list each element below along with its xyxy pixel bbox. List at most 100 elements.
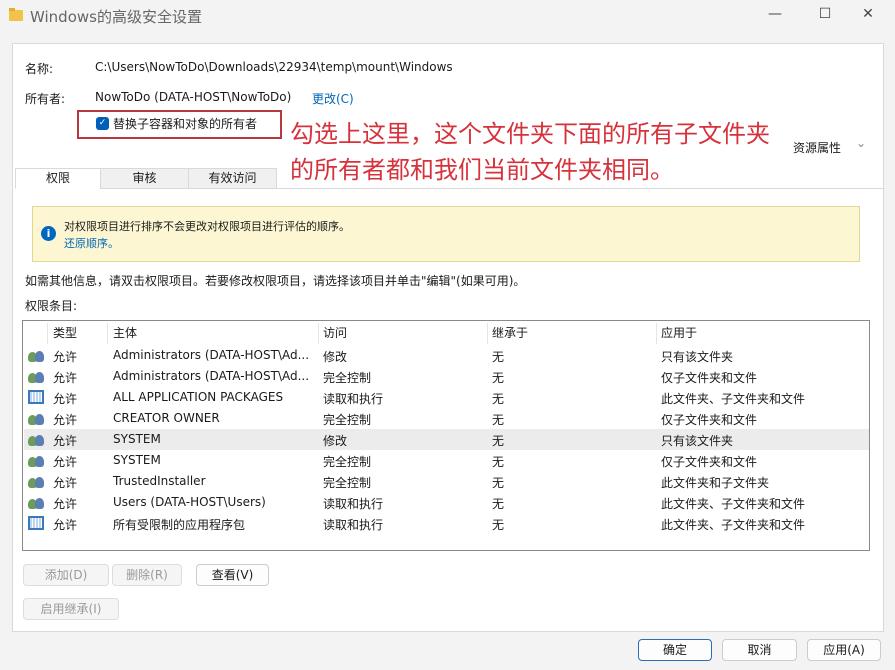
cell-applies-to: 仅子文件夹和文件	[661, 371, 758, 385]
user-group-icon	[28, 495, 44, 509]
window-title: Windows的高级安全设置	[30, 8, 202, 26]
cell-applies-to: 只有该文件夹	[661, 434, 734, 448]
tab-divider	[100, 188, 883, 189]
table-row[interactable]: 允许 Users (DATA-HOST\Users) 读取和执行 无 此文件夹、…	[24, 492, 869, 513]
column-header-principal[interactable]: 主体	[113, 323, 137, 344]
package-icon	[28, 390, 44, 404]
column-separator	[487, 323, 488, 344]
view-button[interactable]: 查看(V)	[196, 564, 269, 586]
maximize-button[interactable]: ☐	[815, 6, 835, 26]
table-row[interactable]: 允许 TrustedInstaller 完全控制 无 此文件夹和子文件夹	[24, 471, 869, 492]
column-separator	[318, 323, 319, 344]
ok-button[interactable]: 确定	[638, 639, 712, 661]
cell-access: 读取和执行	[323, 392, 384, 406]
cell-applies-to: 仅子文件夹和文件	[661, 413, 758, 427]
cell-principal: Administrators (DATA-HOST\Ad...	[113, 348, 310, 362]
entries-label: 权限条目:	[25, 299, 78, 313]
column-separator	[656, 323, 657, 344]
column-header-type[interactable]: 类型	[53, 323, 77, 344]
user-group-icon	[28, 432, 44, 446]
cell-inherited-from: 无	[492, 371, 505, 385]
user-group-icon	[28, 474, 44, 488]
name-label: 名称:	[25, 62, 54, 76]
permission-entries-table[interactable]: 类型 主体 访问 继承于 应用于 允许 Administrators (DATA…	[22, 320, 870, 551]
cancel-button[interactable]: 取消	[722, 639, 797, 661]
cell-access: 读取和执行	[323, 518, 384, 532]
owner-value: NowToDo (DATA-HOST\NowToDo)	[95, 90, 292, 104]
cell-principal: CREATOR OWNER	[113, 411, 220, 425]
remove-button[interactable]: 删除(R)	[112, 564, 182, 586]
cell-access: 完全控制	[323, 476, 372, 490]
cell-inherited-from: 无	[492, 434, 505, 448]
cell-applies-to: 此文件夹、子文件夹和文件	[661, 518, 806, 532]
cell-type: 允许	[53, 371, 78, 385]
column-header-inherited-from[interactable]: 继承于	[492, 323, 528, 344]
cell-applies-to: 此文件夹、子文件夹和文件	[661, 497, 806, 511]
column-header-applies-to[interactable]: 应用于	[661, 323, 697, 344]
table-row[interactable]: 允许 ALL APPLICATION PACKAGES 读取和执行 无 此文件夹…	[24, 387, 869, 408]
table-row[interactable]: 允许 SYSTEM 完全控制 无 仅子文件夹和文件	[24, 450, 869, 471]
cell-access: 完全控制	[323, 413, 372, 427]
table-row[interactable]: 允许 SYSTEM 修改 无 只有该文件夹	[24, 429, 869, 450]
close-button[interactable]: ✕	[858, 6, 878, 26]
info-banner	[32, 206, 860, 262]
table-row[interactable]: 允许 Administrators (DATA-HOST\Ad... 完全控制 …	[24, 366, 869, 387]
enable-inheritance-button[interactable]: 启用继承(I)	[23, 598, 119, 620]
restore-order-link[interactable]: 还原顺序。	[64, 235, 119, 251]
tab-auditing[interactable]: 审核	[100, 168, 189, 189]
cell-inherited-from: 无	[492, 455, 505, 469]
cell-principal: SYSTEM	[113, 453, 161, 467]
cell-access: 完全控制	[323, 455, 372, 469]
add-button[interactable]: 添加(D)	[23, 564, 109, 586]
cell-inherited-from: 无	[492, 392, 505, 406]
cell-type: 允许	[53, 518, 78, 532]
resource-properties-toggle[interactable]: 资源属性	[793, 139, 841, 156]
cell-inherited-from: 无	[492, 497, 505, 511]
cell-inherited-from: 无	[492, 350, 505, 364]
apply-button[interactable]: 应用(A)	[807, 639, 881, 661]
replace-owner-label[interactable]: 替换子容器和对象的所有者	[113, 115, 257, 132]
info-icon: i	[41, 226, 56, 241]
cell-principal: Users (DATA-HOST\Users)	[113, 495, 266, 509]
cell-type: 允许	[53, 497, 78, 511]
cell-applies-to: 此文件夹、子文件夹和文件	[661, 392, 806, 406]
cell-principal: TrustedInstaller	[113, 474, 206, 488]
cell-access: 读取和执行	[323, 497, 384, 511]
table-row[interactable]: 允许 CREATOR OWNER 完全控制 无 仅子文件夹和文件	[24, 408, 869, 429]
cell-inherited-from: 无	[492, 476, 505, 490]
cell-type: 允许	[53, 392, 78, 406]
cell-type: 允许	[53, 350, 78, 364]
table-row[interactable]: 允许 Administrators (DATA-HOST\Ad... 修改 无 …	[24, 345, 869, 366]
cell-inherited-from: 无	[492, 518, 505, 532]
user-group-icon	[28, 411, 44, 425]
user-group-icon	[28, 453, 44, 467]
hint-text: 如需其他信息，请双击权限项目。若要修改权限项目，请选择该项目并单击"编辑"(如果…	[25, 274, 526, 288]
owner-label: 所有者:	[25, 92, 66, 106]
package-icon	[28, 516, 44, 530]
change-owner-link[interactable]: 更改(C)	[312, 90, 354, 107]
cell-type: 允许	[53, 455, 78, 469]
annotation-line-1: 勾选上这里，这个文件夹下面的所有子文件夹	[290, 120, 770, 148]
cell-access: 完全控制	[323, 371, 372, 385]
cell-inherited-from: 无	[492, 413, 505, 427]
cell-principal: ALL APPLICATION PACKAGES	[113, 390, 284, 404]
cell-principal: SYSTEM	[113, 432, 161, 446]
cell-type: 允许	[53, 434, 78, 448]
folder-icon	[9, 8, 23, 21]
user-group-icon	[28, 348, 44, 362]
tab-permissions[interactable]: 权限	[15, 168, 101, 189]
cell-type: 允许	[53, 476, 78, 490]
column-separator	[107, 323, 108, 344]
tab-effective-access[interactable]: 有效访问	[188, 168, 277, 189]
replace-owner-checkbox[interactable]: ✓	[96, 117, 109, 130]
cell-principal: Administrators (DATA-HOST\Ad...	[113, 369, 310, 383]
chevron-down-icon[interactable]: ⌄	[856, 136, 866, 150]
cell-access: 修改	[323, 434, 348, 448]
column-header-access[interactable]: 访问	[323, 323, 347, 344]
user-group-icon	[28, 369, 44, 383]
table-row[interactable]: 允许 所有受限制的应用程序包 读取和执行 无 此文件夹、子文件夹和文件	[24, 513, 869, 534]
minimize-button[interactable]: —	[765, 6, 785, 26]
annotation-line-2: 的所有者都和我们当前文件夹相同。	[290, 156, 674, 184]
title-bar: Windows的高级安全设置 — ☐ ✕	[0, 0, 895, 32]
cell-applies-to: 只有该文件夹	[661, 350, 734, 364]
